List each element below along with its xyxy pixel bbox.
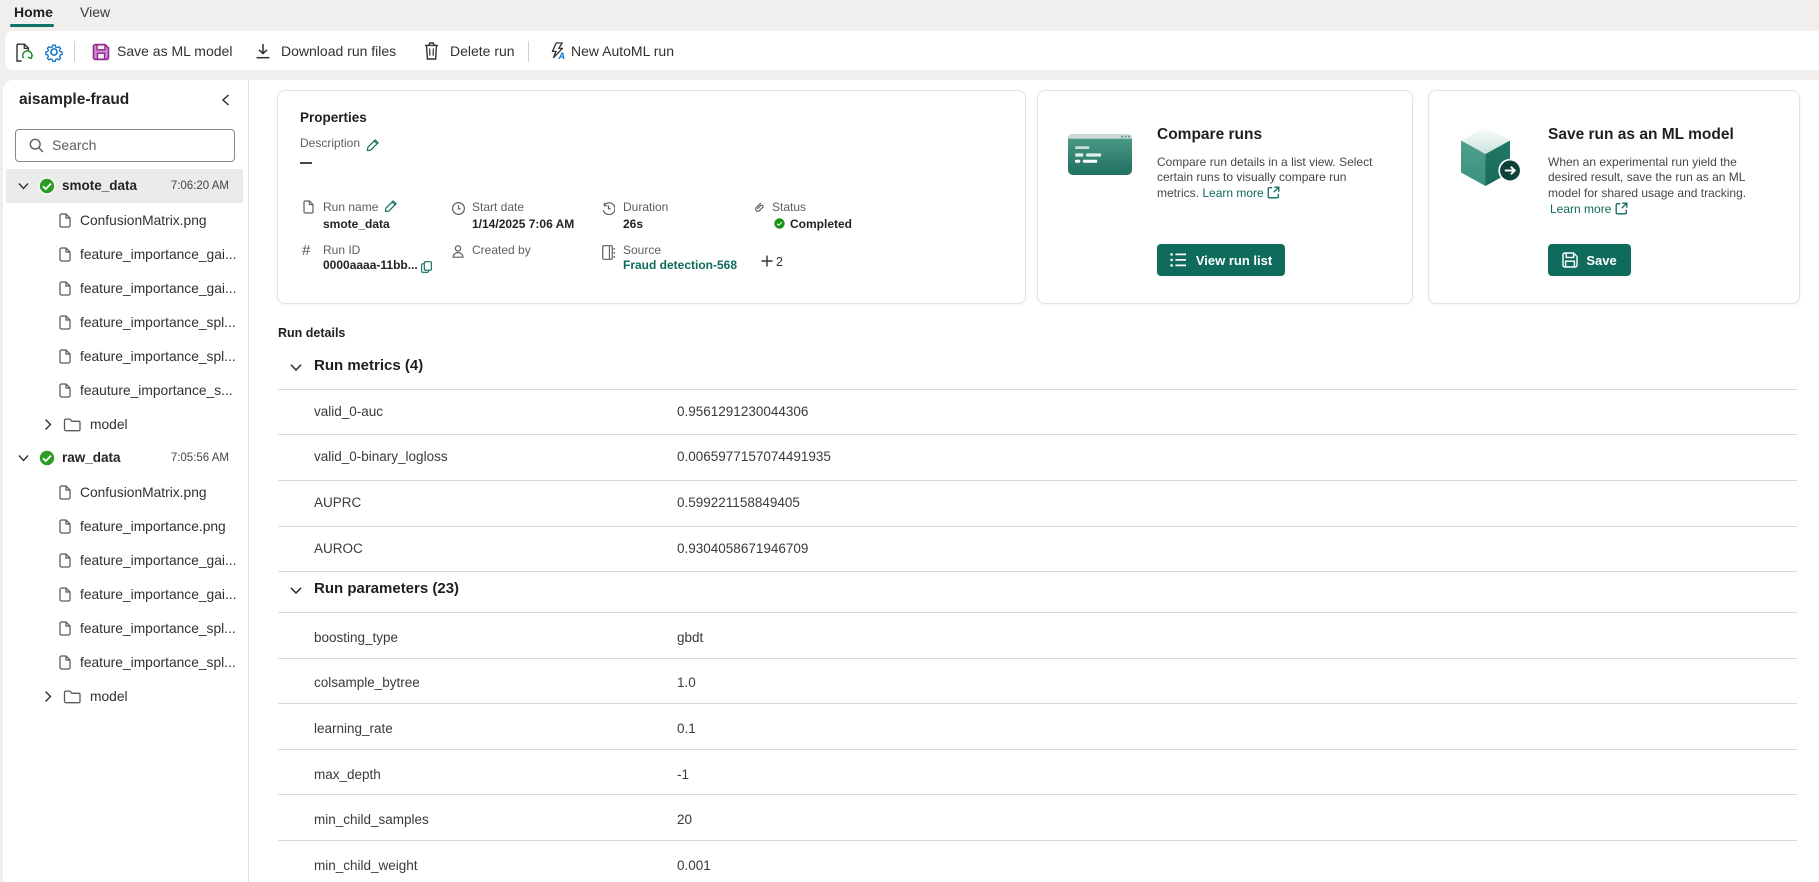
- svg-text:A: A: [558, 51, 566, 60]
